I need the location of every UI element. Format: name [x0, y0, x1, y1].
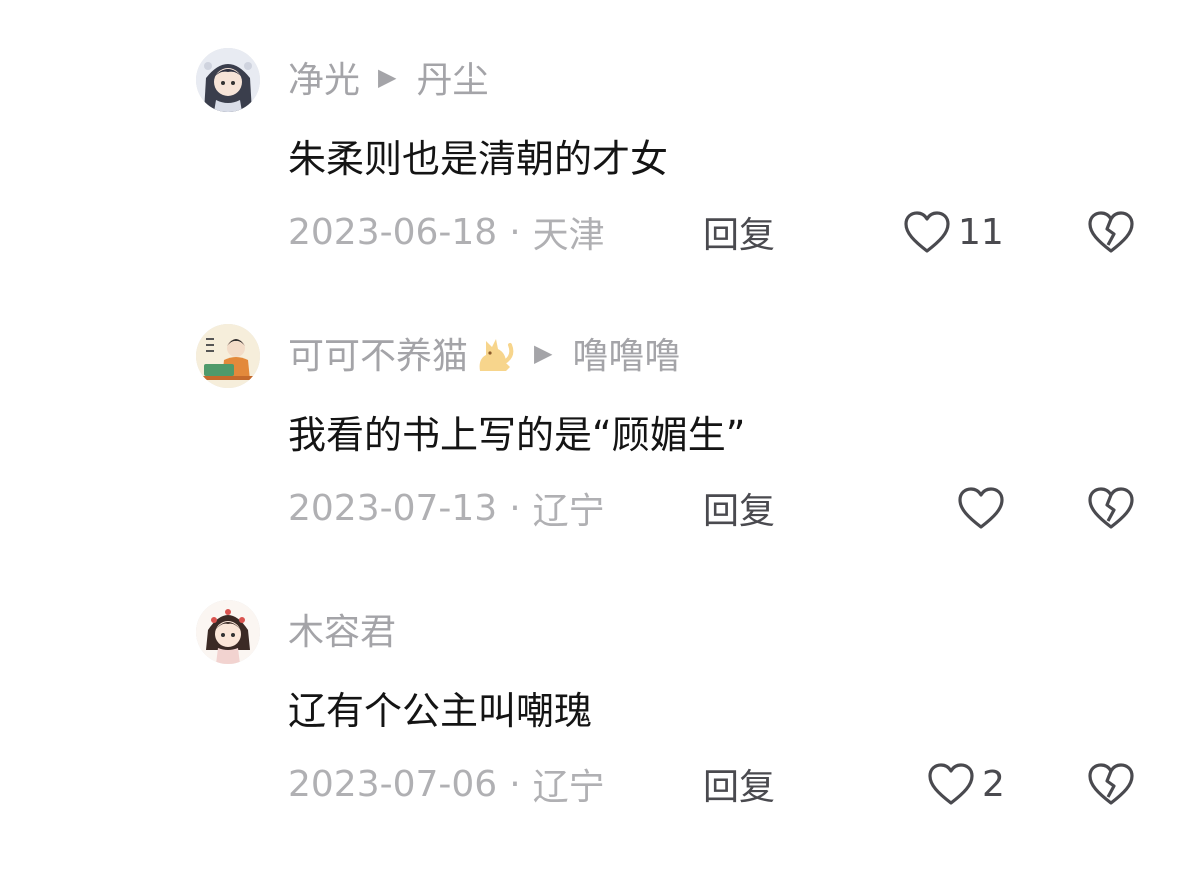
username[interactable]: 可可不养猫 [288, 327, 468, 379]
broken-heart-icon [1088, 487, 1134, 529]
comment-item: 可可不养猫 ▶ 噜噜噜 我看的书上写的是“顾媚生” 2023-07-13 · 辽… [0, 324, 1199, 594]
comment-text: 辽有个公主叫嘲瑰 [288, 689, 593, 733]
reply-to-username[interactable]: 噜噜噜 [572, 327, 680, 379]
avatar[interactable] [196, 48, 260, 112]
comment-location: 辽宁 [532, 767, 605, 808]
dislike-button[interactable] [1086, 760, 1136, 808]
reply-button[interactable]: 回复 [703, 484, 775, 532]
user-line: 木容君 [288, 603, 396, 655]
like-count: 2 [982, 763, 1005, 805]
avatar[interactable] [196, 600, 260, 664]
reply-button[interactable]: 回复 [703, 208, 775, 256]
comment-item: 木容君 辽有个公主叫嘲瑰 2023-07-06 · 辽宁 回复 2 [0, 600, 1199, 870]
comment-date: 2023-07-06 [288, 763, 498, 805]
comment-meta: 2023-07-06 · 辽宁 [288, 760, 605, 809]
reply-arrow-icon: ▶ [534, 339, 553, 367]
comment-meta: 2023-07-13 · 辽宁 [288, 484, 605, 533]
comment-text: 朱柔则也是清朝的才女 [288, 137, 669, 181]
dislike-button[interactable] [1086, 208, 1136, 256]
like-count: 11 [958, 211, 1004, 253]
meta-separator: · [509, 487, 521, 529]
broken-heart-icon [1088, 763, 1134, 805]
avatar-image [196, 600, 260, 664]
meta-separator: · [509, 211, 521, 253]
like-button[interactable]: 11 [902, 208, 1004, 256]
heart-icon [958, 487, 1004, 529]
comment-date: 2023-06-18 [288, 211, 498, 253]
comment-meta: 2023-06-18 · 天津 [288, 208, 605, 257]
like-button[interactable]: 2 [926, 760, 1005, 808]
meta-separator: · [509, 763, 521, 805]
comment-location: 天津 [532, 215, 605, 256]
avatar-image [196, 48, 260, 112]
username[interactable]: 净光 [288, 51, 360, 103]
avatar[interactable] [196, 324, 260, 388]
cat-emoji-icon [472, 331, 516, 375]
comment-date: 2023-07-13 [288, 487, 498, 529]
user-line: 净光 ▶ 丹尘 [288, 51, 489, 103]
reply-button[interactable]: 回复 [703, 760, 775, 808]
heart-icon [928, 763, 974, 805]
like-button[interactable] [956, 484, 1012, 532]
comment-item: 净光 ▶ 丹尘 朱柔则也是清朝的才女 2023-06-18 · 天津 回复 11 [0, 48, 1199, 318]
user-line: 可可不养猫 ▶ 噜噜噜 [288, 327, 681, 379]
avatar-image [196, 324, 260, 388]
dislike-button[interactable] [1086, 484, 1136, 532]
heart-icon [904, 211, 950, 253]
reply-to-username[interactable]: 丹尘 [416, 51, 488, 103]
broken-heart-icon [1088, 211, 1134, 253]
reply-arrow-icon: ▶ [378, 63, 397, 91]
comment-text: 我看的书上写的是“顾媚生” [288, 413, 746, 457]
username[interactable]: 木容君 [288, 603, 396, 655]
comment-location: 辽宁 [532, 491, 605, 532]
